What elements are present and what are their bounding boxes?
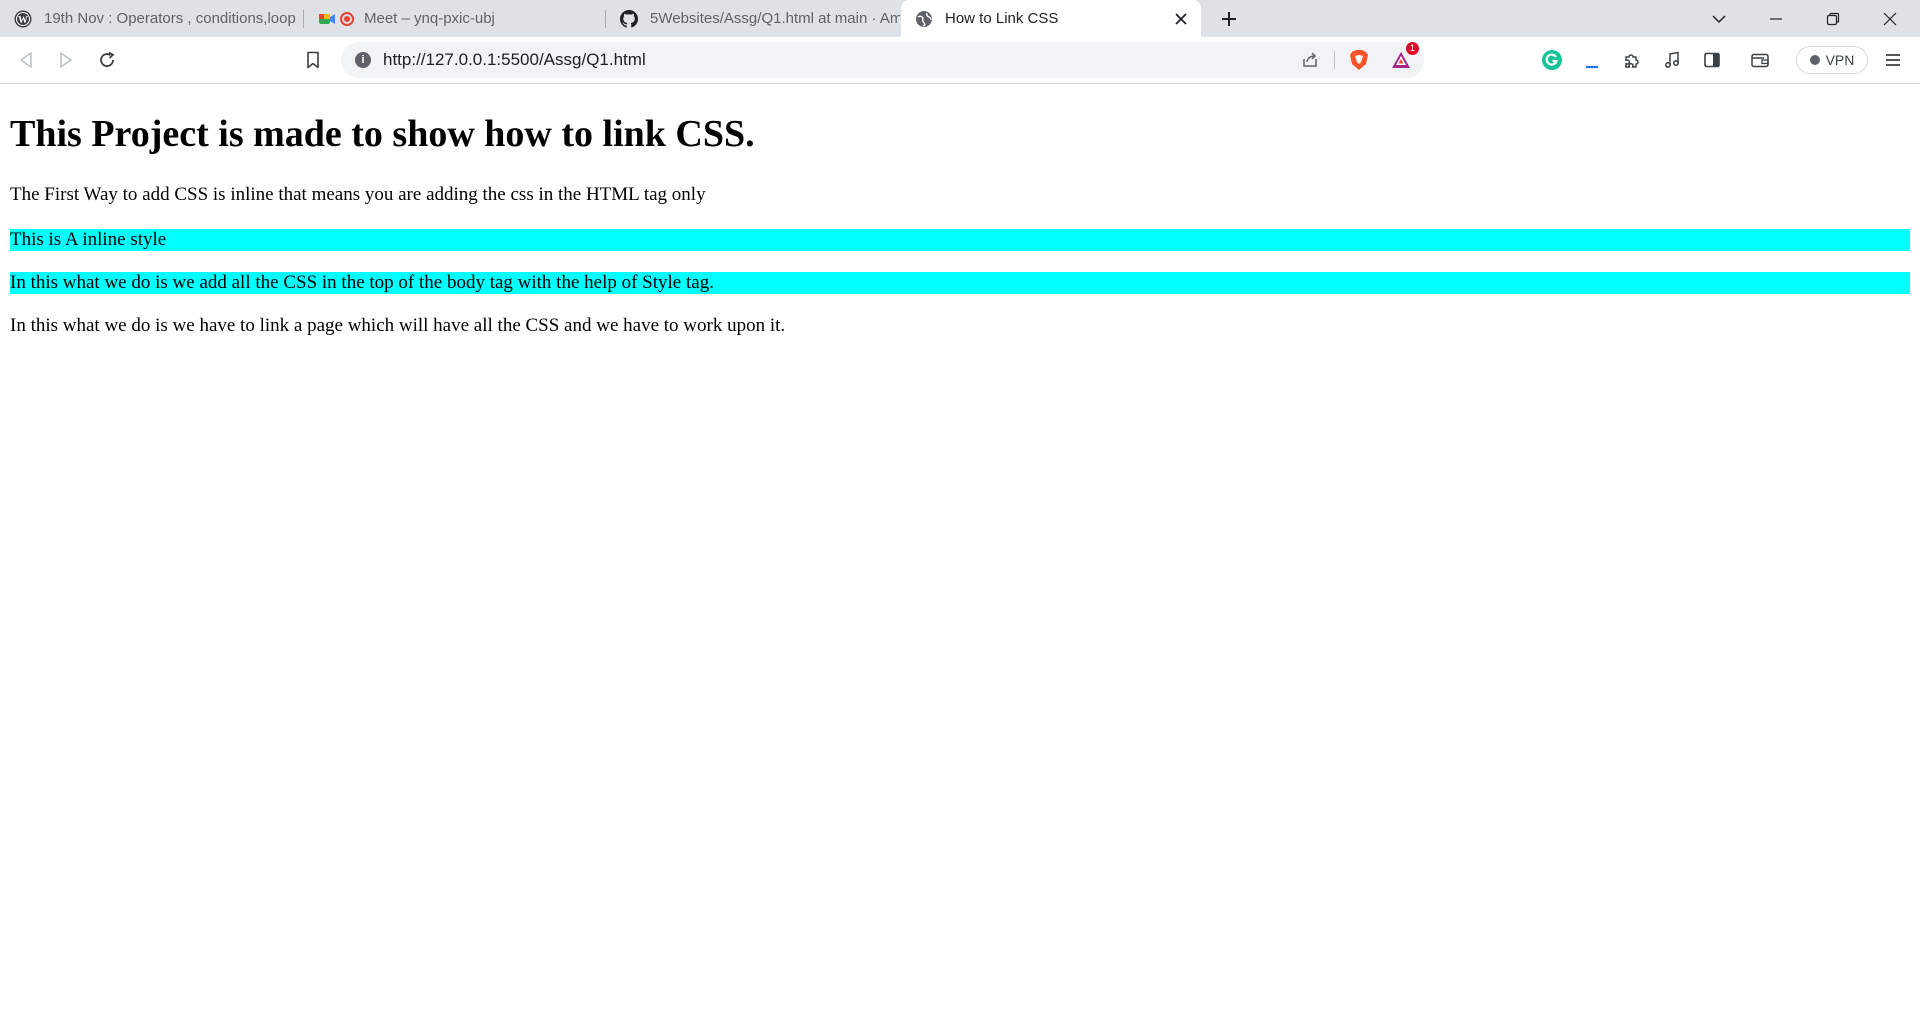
bookmark-button[interactable] xyxy=(299,46,327,74)
vpn-label: VPN xyxy=(1825,52,1855,68)
tab-how-to-link-css[interactable]: How to Link CSS xyxy=(901,0,1201,37)
site-info-icon[interactable]: i xyxy=(355,52,371,68)
github-icon xyxy=(620,9,638,28)
wordpress-icon: W xyxy=(14,10,32,28)
menu-icon[interactable] xyxy=(1879,46,1907,74)
vpn-status-icon xyxy=(1809,55,1820,65)
back-button[interactable] xyxy=(12,46,40,74)
tab-title: 5Websites/Assg/Q1.html at main · Am xyxy=(650,10,900,27)
vpn-button[interactable]: VPN xyxy=(1796,46,1868,74)
tab-title: How to Link CSS xyxy=(945,10,1059,27)
address-bar[interactable]: i http://127.0.0.1:5500/Assg/Q1.html 1 xyxy=(341,42,1424,78)
reload-button[interactable] xyxy=(93,46,121,74)
minimize-button[interactable] xyxy=(1748,0,1804,37)
forward-button[interactable] xyxy=(52,46,80,74)
divider xyxy=(1334,51,1335,69)
brave-shields-icon[interactable] xyxy=(1345,46,1373,74)
share-icon[interactable] xyxy=(1296,46,1324,74)
tab-meet[interactable]: Meet – ynq-pxic-ubj xyxy=(304,0,604,37)
tab-operators[interactable]: W 19th Nov : Operators , conditions,loop xyxy=(0,0,302,37)
globe-icon xyxy=(915,10,933,28)
tab-title: 19th Nov : Operators , conditions,loop xyxy=(44,10,296,27)
rewards-badge: 1 xyxy=(1406,42,1419,55)
extension-minimized-icon[interactable] xyxy=(1578,46,1606,74)
url-text[interactable]: http://127.0.0.1:5500/Assg/Q1.html xyxy=(383,50,646,70)
extensions-puzzle-icon[interactable] xyxy=(1618,46,1646,74)
paragraph-internal-style: In this what we do is we add all the CSS… xyxy=(10,272,1910,294)
close-tab-button[interactable] xyxy=(1171,9,1191,29)
tab-title: Meet – ynq-pxic-ubj xyxy=(364,10,495,27)
google-meet-icon xyxy=(318,10,336,28)
wallet-icon[interactable] xyxy=(1746,46,1774,74)
paragraph-intro: The First Way to add CSS is inline that … xyxy=(10,184,706,205)
close-window-button[interactable] xyxy=(1862,0,1918,37)
recording-icon xyxy=(340,11,354,26)
tab-strip: W 19th Nov : Operators , conditions,loop… xyxy=(0,0,1920,37)
page-heading: This Project is made to show how to link… xyxy=(10,113,755,155)
svg-text:W: W xyxy=(18,15,28,26)
tab-github[interactable]: 5Websites/Assg/Q1.html at main · Am xyxy=(606,0,900,37)
browser-toolbar: i http://127.0.0.1:5500/Assg/Q1.html 1 V… xyxy=(0,37,1920,84)
brave-rewards-icon[interactable]: 1 xyxy=(1387,42,1419,74)
media-controls-icon[interactable] xyxy=(1658,46,1686,74)
sidebar-toggle-icon[interactable] xyxy=(1698,46,1726,74)
grammarly-icon[interactable] xyxy=(1538,46,1566,74)
web-page-content: This Project is made to show how to link… xyxy=(0,84,1920,1020)
paragraph-external-style: In this what we do is we have to link a … xyxy=(10,315,786,336)
tab-search-button[interactable] xyxy=(1691,0,1747,37)
restore-button[interactable] xyxy=(1805,0,1861,37)
paragraph-inline-style: This is A inline style xyxy=(10,229,1910,251)
new-tab-button[interactable] xyxy=(1214,4,1244,34)
